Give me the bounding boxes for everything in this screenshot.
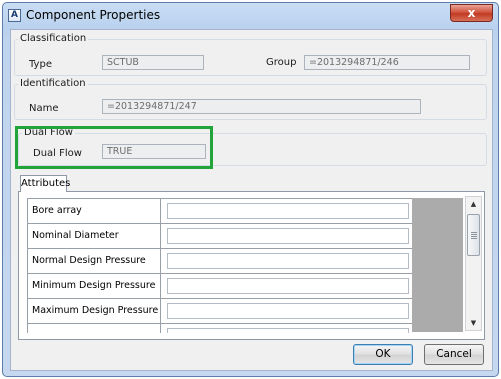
attribute-name: Nominal Diameter bbox=[27, 224, 161, 248]
type-label: Type bbox=[29, 59, 52, 70]
attribute-value-input[interactable] bbox=[167, 203, 409, 219]
title-bar[interactable]: A Component Properties x bbox=[3, 3, 498, 29]
ok-button[interactable]: OK bbox=[353, 344, 413, 365]
classification-group: Classification Type SCTUB Group =2013294… bbox=[14, 33, 487, 76]
scroll-down-arrow-icon[interactable]: ▼ bbox=[466, 316, 481, 330]
grid-empty-area bbox=[412, 198, 463, 332]
attribute-value-input[interactable] bbox=[167, 228, 409, 244]
app-icon: A bbox=[8, 9, 21, 22]
name-field[interactable]: =2013294871/247 bbox=[102, 99, 421, 114]
tab-attributes[interactable]: Attributes bbox=[20, 175, 70, 192]
group-field[interactable]: =2013294871/246 bbox=[304, 55, 470, 70]
table-row bbox=[27, 324, 412, 333]
attribute-value-input[interactable] bbox=[167, 253, 409, 269]
attribute-name: Normal Design Pressure bbox=[27, 249, 161, 273]
scroll-up-arrow-icon[interactable]: ▲ bbox=[466, 197, 481, 211]
table-row: Maximum Design Pressure bbox=[27, 299, 412, 324]
table-row: Normal Design Pressure bbox=[27, 249, 412, 274]
attributes-grid: Bore array Nominal Diameter Normal Desig… bbox=[27, 198, 412, 333]
close-button[interactable]: x bbox=[450, 4, 493, 22]
name-label: Name bbox=[29, 103, 59, 114]
dual-flow-highlight bbox=[15, 126, 213, 169]
dialog-body: Classification Type SCTUB Group =2013294… bbox=[10, 29, 493, 371]
cancel-button[interactable]: Cancel bbox=[424, 344, 484, 365]
table-row: Minimum Design Pressure bbox=[27, 274, 412, 299]
attribute-value-input[interactable] bbox=[167, 328, 409, 333]
type-field[interactable]: SCTUB bbox=[102, 55, 204, 70]
dialog-title: Component Properties bbox=[26, 8, 161, 22]
group-label: Group bbox=[266, 57, 297, 68]
attribute-value-input[interactable] bbox=[167, 278, 409, 294]
classification-legend: Classification bbox=[18, 33, 89, 44]
table-row: Bore array bbox=[27, 199, 412, 224]
scrollbar-thumb[interactable] bbox=[467, 214, 480, 256]
attribute-value-input[interactable] bbox=[167, 303, 409, 319]
attribute-name: Minimum Design Pressure bbox=[27, 274, 161, 298]
attribute-name: Maximum Design Pressure bbox=[27, 299, 161, 323]
identification-group: Identification Name =2013294871/247 bbox=[14, 78, 487, 120]
table-row: Nominal Diameter bbox=[27, 224, 412, 249]
component-properties-dialog: A Component Properties x Classification … bbox=[2, 2, 499, 377]
attributes-panel: Bore array Nominal Diameter Normal Desig… bbox=[18, 191, 485, 340]
attribute-name: Bore array bbox=[27, 199, 161, 223]
attribute-name bbox=[27, 324, 161, 333]
identification-legend: Identification bbox=[18, 78, 88, 89]
vertical-scrollbar[interactable]: ▲ ▼ bbox=[465, 196, 482, 331]
close-icon: x bbox=[467, 6, 476, 20]
